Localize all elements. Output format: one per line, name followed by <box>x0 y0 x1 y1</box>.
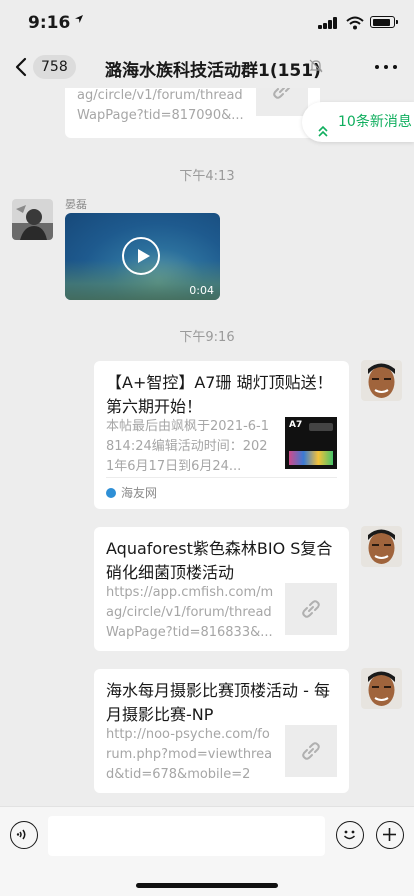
video-message[interactable]: 0:04 <box>65 213 220 300</box>
more-options-icon[interactable] <box>373 59 399 75</box>
link-card-bubble[interactable]: 海水每月摄影比赛顶楼活动 - 每月摄影比赛-NP http://noo-psyc… <box>94 669 349 793</box>
link-thumbnail <box>256 88 308 116</box>
mute-bell-icon <box>308 58 324 74</box>
link-icon <box>302 600 320 618</box>
add-more-icon[interactable] <box>376 821 404 849</box>
new-messages-label: 10条新消息 <box>338 114 412 130</box>
unread-count-badge[interactable]: 758 <box>33 55 76 79</box>
message-input[interactable] <box>48 816 325 856</box>
play-icon[interactable] <box>122 237 160 275</box>
double-chevron-up-icon <box>317 115 329 137</box>
card-source: 海友网 <box>121 486 158 500</box>
card-description: 本帖最后由飒枫于2021-6-1814:24编辑活动时间：2021年6月17日到… <box>106 419 270 474</box>
link-message-bubble[interactable]: ag/circle/v1/forum/thread WapPage?tid=81… <box>65 88 320 138</box>
location-arrow-icon <box>74 14 84 27</box>
avatar[interactable] <box>361 360 402 401</box>
card-title: 海水每月摄影比赛顶楼活动 - 每月摄影比赛-NP <box>106 681 330 724</box>
timestamp: 下午9:16 <box>179 330 235 345</box>
emoji-icon[interactable] <box>336 821 364 849</box>
link-card-bubble[interactable]: Aquaforest紫色森林BIO S复合硝化细菌顶楼活动 https://ap… <box>94 527 349 651</box>
link-thumbnail <box>285 725 337 777</box>
card-description: https://app.cmfish.com/mag/circle/v1/for… <box>106 585 274 640</box>
avatar[interactable] <box>361 668 402 709</box>
chat-title: 潞海水族科技活动群1(151) <box>105 61 321 81</box>
link-url-line: ag/circle/v1/forum/thread <box>77 88 243 103</box>
card-description: http://noo-psyche.com/forum.php?mod=view… <box>106 727 273 782</box>
source-app-icon <box>106 487 116 498</box>
avatar[interactable] <box>361 526 402 567</box>
new-messages-pill[interactable]: 10条新消息 <box>302 102 414 142</box>
link-url-line: WapPage?tid=817090&... <box>77 108 244 123</box>
link-icon <box>302 742 320 760</box>
back-chevron-icon[interactable] <box>12 54 32 80</box>
sender-name: 晏磊 <box>65 198 87 211</box>
battery-icon <box>370 16 398 28</box>
thumbnail-text: A7 <box>289 420 303 430</box>
status-time: 9:16 <box>28 13 71 33</box>
timestamp: 下午4:13 <box>179 169 235 184</box>
voice-input-icon[interactable] <box>10 821 38 849</box>
message-list[interactable]: ag/circle/v1/forum/thread WapPage?tid=81… <box>0 88 414 806</box>
link-card-bubble[interactable]: 【A+智控】A7珊 瑚灯顶贴送！ 第六期开始！ 本帖最后由飒枫于2021-6-1… <box>94 361 349 509</box>
home-indicator <box>136 883 278 888</box>
wifi-icon <box>346 15 364 30</box>
link-icon <box>273 88 291 99</box>
card-title: 【A+智控】A7珊 瑚灯顶贴送！ 第六期开始！ <box>106 373 333 416</box>
card-title: Aquaforest紫色森林BIO S复合硝化细菌顶楼活动 <box>106 539 333 582</box>
card-thumbnail: A7 <box>285 417 337 469</box>
cellular-signal-icon <box>318 17 338 29</box>
link-thumbnail <box>285 583 337 635</box>
chat-header: 758 潞海水族科技活动群1(151) <box>0 46 414 88</box>
avatar[interactable] <box>12 199 53 240</box>
status-bar: 9:16 <box>0 0 414 46</box>
input-bar <box>0 806 414 896</box>
video-duration: 0:04 <box>189 284 214 297</box>
